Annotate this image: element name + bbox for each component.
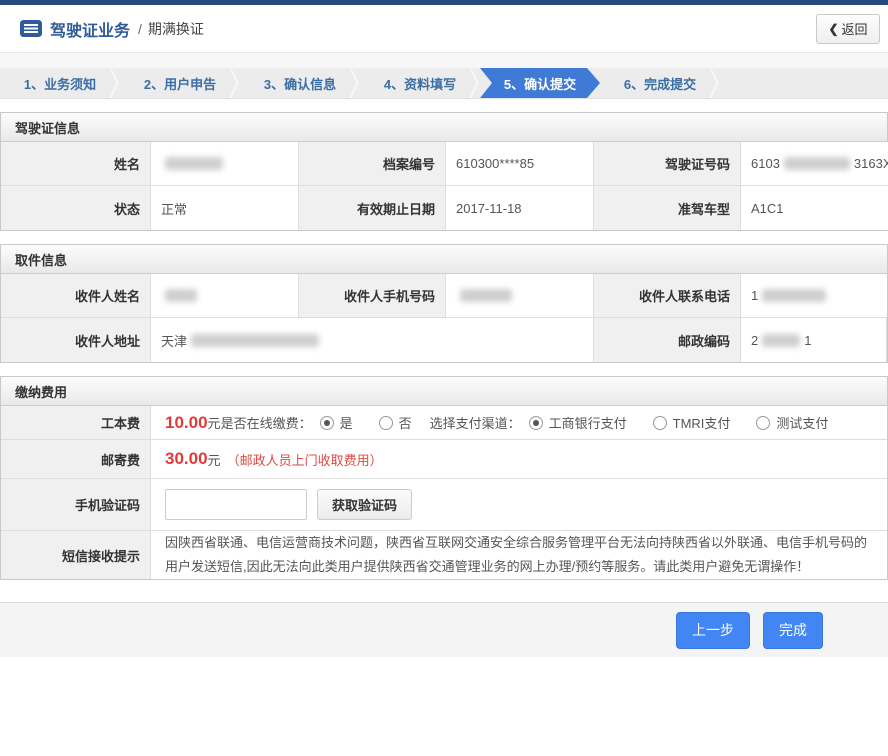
status-value: 正常 [151,186,299,230]
step-1-business-notice[interactable]: 1、业务须知 [0,68,120,98]
redacted-license-number [784,157,850,170]
page-header: 驾驶证业务 / 期满换证 ❮返回 [0,5,888,53]
redacted-recipient-name [165,289,197,302]
radio-unchecked-icon[interactable] [379,416,393,430]
step-2-user-declaration[interactable]: 2、用户申告 [120,68,240,98]
recipient-name-label: 收件人姓名 [1,274,151,318]
license-number-label: 驾驶证号码 [594,142,741,186]
step-progress-bar: 1、业务须知 2、用户申告 3、确认信息 4、资料填写 5、确认提交 6、完成提… [0,68,888,99]
breadcrumb-current: 期满换证 [148,19,204,39]
pay-channel-label: 选择支付渠道： [430,413,521,432]
online-pay-yes-option[interactable]: 是 [320,413,353,432]
sms-code-input[interactable] [165,489,307,520]
radio-checked-icon[interactable] [529,416,543,430]
footer-action-bar: 上一步 完成 [0,602,888,657]
work-fee-row: 工本费 10.00元 是否在线缴费： 是 否 选择支付渠道： 工商银行支付 TM… [1,406,887,440]
postage-fee-label: 邮寄费 [1,440,151,478]
header-spacer [0,53,888,68]
sms-code-label: 手机验证码 [1,479,151,530]
expiry-date-value: 2017-11-18 [446,186,594,230]
vehicle-class-label: 准驾车型 [594,186,741,230]
chevron-separator-icon [708,68,718,98]
redacted-recipient-address [191,334,319,347]
radio-checked-icon[interactable] [320,416,334,430]
sms-notice-text: 因陕西省联通、电信运营商技术问题，陕西省互联网交通安全综合服务管理平台无法向持陕… [151,531,887,579]
name-label: 姓名 [1,142,151,186]
breadcrumb-separator: / [138,21,142,37]
license-service-icon [20,20,42,37]
payment-section: 缴纳费用 工本费 10.00元 是否在线缴费： 是 否 选择支付渠道： 工商银行… [0,376,888,580]
license-number-value: 61033163X [741,142,888,186]
payment-section-title: 缴纳费用 [1,377,887,406]
file-number-value: 610300****85 [446,142,594,186]
page-title: 驾驶证业务 [50,17,130,41]
status-label: 状态 [1,186,151,230]
license-info-section-title: 驾驶证信息 [1,113,887,142]
step-5-confirm-submit-active[interactable]: 5、确认提交 [480,68,600,98]
postage-fee-row: 邮寄费 30.00元 （邮政人员上门收取费用） [1,440,887,479]
postal-code-value: 21 [741,318,887,362]
online-pay-choice: 是否在线缴费： 是 否 [221,413,430,432]
recipient-mobile-value [446,274,594,318]
step-6-complete-submit[interactable]: 6、完成提交 [600,68,720,98]
license-info-section: 驾驶证信息 姓名 档案编号 610300****85 驾驶证号码 6103316… [0,112,888,231]
redacted-recipient-phone [762,289,826,302]
vehicle-class-value: A1C1 [741,186,888,230]
sms-notice-label: 短信接收提示 [1,531,151,579]
work-fee-label: 工本费 [1,406,151,439]
chevron-left-icon: ❮ [828,22,838,36]
file-number-label: 档案编号 [299,142,446,186]
radio-unchecked-icon[interactable] [653,416,667,430]
channel-test-option[interactable]: 测试支付 [756,413,828,432]
online-pay-no-option[interactable]: 否 [379,413,412,432]
work-fee-content: 10.00元 是否在线缴费： 是 否 选择支付渠道： 工商银行支付 TMRI支付… [151,406,887,439]
radio-unchecked-icon[interactable] [756,416,770,430]
redacted-name [165,157,223,170]
pickup-info-section: 取件信息 收件人姓名 收件人手机号码 收件人联系电话 1 收件人地址 天津 邮政… [0,244,888,363]
step-bar-filler [720,68,888,98]
pickup-info-section-title: 取件信息 [1,245,887,274]
sms-code-content: 获取验证码 [151,479,887,530]
recipient-name-value [151,274,299,318]
recipient-phone-value: 1 [741,274,887,318]
postal-code-label: 邮政编码 [594,318,741,362]
finish-button[interactable]: 完成 [763,612,823,649]
recipient-address-label: 收件人地址 [1,318,151,362]
step-4-fill-data[interactable]: 4、资料填写 [360,68,480,98]
recipient-address-value: 天津 [151,318,594,362]
get-code-button[interactable]: 获取验证码 [317,489,412,520]
chevron-separator-icon [468,68,478,98]
chevron-separator-icon [348,68,358,98]
back-button[interactable]: ❮返回 [816,14,880,44]
postage-note: （邮政人员上门收取费用） [227,450,383,469]
work-fee-price: 10.00元 [165,413,221,433]
pickup-info-table: 收件人姓名 收件人手机号码 收件人联系电话 1 收件人地址 天津 邮政编码 21 [1,274,887,362]
previous-step-button[interactable]: 上一步 [676,612,750,649]
recipient-phone-label: 收件人联系电话 [594,274,741,318]
sms-code-row: 手机验证码 获取验证码 [1,479,887,531]
name-value [151,142,299,186]
redacted-recipient-mobile [460,289,512,302]
pay-channel-choice: 选择支付渠道： 工商银行支付 TMRI支付 测试支付 [430,413,847,432]
sms-notice-row: 短信接收提示 因陕西省联通、电信运营商技术问题，陕西省互联网交通安全综合服务管理… [1,531,887,579]
redacted-postal-code [762,334,800,347]
license-info-table: 姓名 档案编号 610300****85 驾驶证号码 61033163X 状态 … [1,142,887,230]
expiry-date-label: 有效期止日期 [299,186,446,230]
chevron-separator-icon [108,68,118,98]
channel-tmri-option[interactable]: TMRI支付 [653,413,731,432]
postage-fee-content: 30.00元 （邮政人员上门收取费用） [151,440,887,478]
chevron-separator-icon [228,68,238,98]
recipient-mobile-label: 收件人手机号码 [299,274,446,318]
channel-icbc-option[interactable]: 工商银行支付 [529,413,627,432]
online-pay-label: 是否在线缴费： [221,413,312,432]
step-3-confirm-info[interactable]: 3、确认信息 [240,68,360,98]
